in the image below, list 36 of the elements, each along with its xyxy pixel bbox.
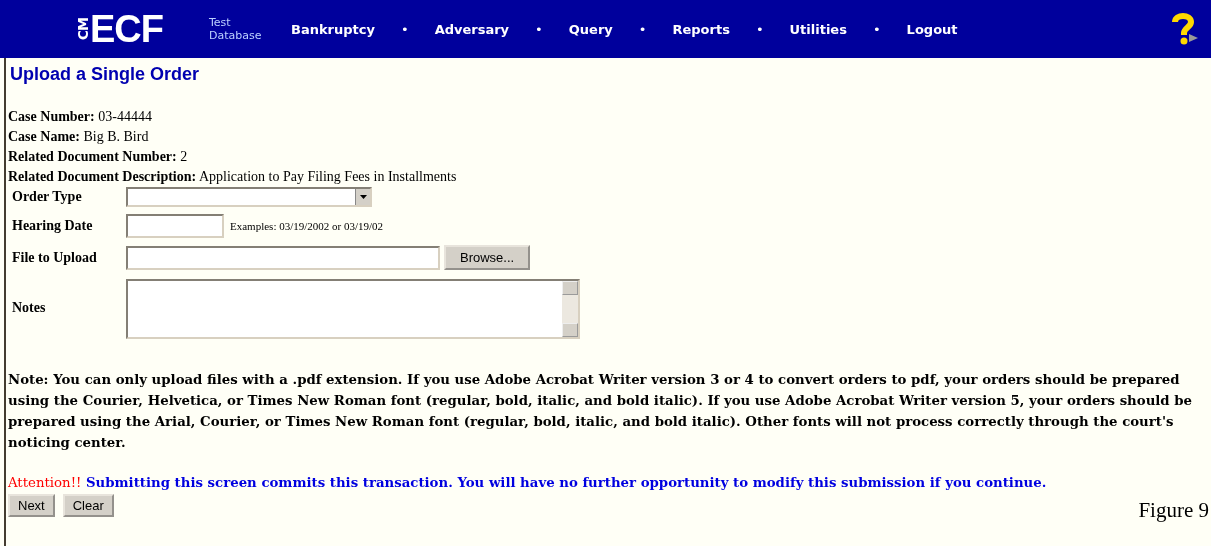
nav-link[interactable]: Utilities — [789, 21, 847, 37]
form-button[interactable]: Next — [8, 494, 55, 517]
nav-separator: • — [755, 21, 764, 37]
order-type-dropdown[interactable] — [126, 187, 372, 207]
nav-separator: • — [872, 21, 881, 37]
file-path-field[interactable] — [126, 245, 440, 270]
field-label: Notes — [11, 300, 47, 316]
field-label: Hearing Date — [11, 218, 94, 234]
case-info-line: Case Name: Big B. Bird — [8, 128, 150, 146]
page-title: Upload a Single Order — [10, 64, 201, 85]
nav-separator: • — [400, 21, 409, 37]
date-hint: Examples: 03/19/2002 or 03/19/02 — [230, 220, 384, 232]
field-label: Order Type — [11, 189, 83, 205]
case-info-line: Related Document Description: Application to Pay Filing Fees in Installments — [8, 168, 458, 186]
nav-link[interactable]: Bankruptcy — [291, 21, 375, 37]
nav-separator: • — [638, 21, 647, 37]
case-info-line: Related Document Number: 2 — [8, 148, 189, 166]
nav-link[interactable]: Adversary — [434, 21, 510, 37]
nav-separator: • — [535, 21, 543, 37]
notes-field[interactable] — [126, 279, 580, 339]
database-label: Test Database — [209, 16, 263, 42]
nav-link[interactable]: Logout — [906, 21, 958, 37]
nav-link[interactable]: Query — [568, 21, 613, 37]
case-info-line: Case Number: 03-44444 — [8, 108, 153, 126]
note-text: Note: You can only upload files with a .pdf extension. If you use Adobe Acrobat Writer version 3 or 4 to convert orders to pdf, your orders should be prepared using the Courier, Helvetica, or Times New Roman font (regular, bold, italic, and bold italic). If you use Adobe Acrobat Writer version 5, your orders should be prepared using the Arial, Courier, or Times New Roman font (regular, bold, italic, and bold italic). Other fonts will not process correctly through the court's noticing center. — [8, 371, 1194, 452]
attention-message: Attention!! Submitting this screen commits this transaction. You will have no further opportunity to modify this submission if you continue. — [8, 475, 1048, 490]
nav-link[interactable]: Reports — [672, 21, 730, 37]
caret-icon — [359, 195, 367, 199]
figure-caption: Figure 9 — [1138, 498, 1209, 523]
form-button[interactable]: Clear — [62, 494, 114, 517]
browse-button[interactable]: Browse... — [444, 245, 531, 270]
field-label: File to Upload — [11, 249, 98, 266]
hearing-date-field[interactable] — [126, 214, 224, 238]
help-icon[interactable] — [1169, 12, 1199, 46]
logo-side-text: CM — [76, 17, 90, 41]
logo: ECF — [90, 7, 163, 51]
